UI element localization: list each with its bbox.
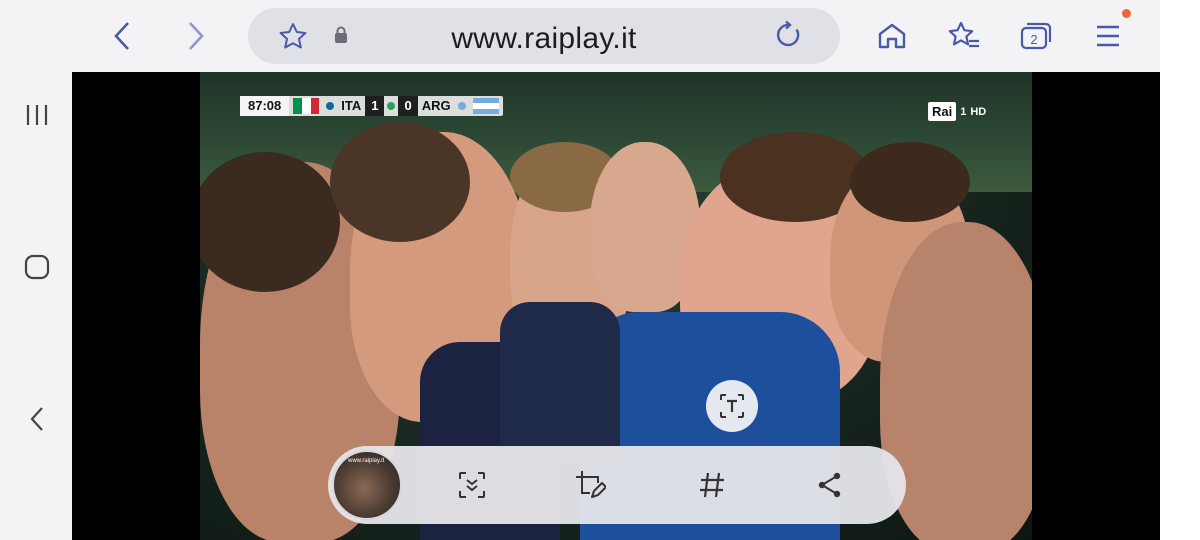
capture-toolbar: www.raiplay.it [328, 446, 906, 524]
url-text[interactable]: www.raiplay.it [248, 22, 840, 56]
recents-icon[interactable] [18, 96, 56, 134]
web-page: 87:08 ITA 1 0 ARG Rai 1 HD www.raiplay.i… [72, 72, 1160, 540]
extract-text-button[interactable] [706, 380, 758, 432]
back-icon[interactable] [102, 16, 142, 56]
scroll-capture-button[interactable] [452, 465, 492, 505]
channel-logo: Rai 1 HD [928, 102, 986, 121]
system-nav-bar [0, 0, 72, 540]
share-icon [818, 472, 841, 498]
tag-button[interactable] [692, 465, 732, 505]
scoreboard: 87:08 ITA 1 0 ARG [240, 96, 503, 116]
capture-thumbnail[interactable]: www.raiplay.it [332, 450, 402, 520]
text-extract-icon [720, 394, 744, 418]
channel-number: 1 [960, 105, 967, 118]
scroll-capture-icon [459, 472, 485, 498]
reload-icon[interactable] [774, 20, 804, 55]
thumbnail-caption: www.raiplay.it [348, 458, 385, 464]
menu-icon[interactable] [1088, 16, 1128, 56]
back-icon[interactable] [18, 400, 56, 438]
bookmarks-icon[interactable] [944, 16, 984, 56]
rai-logo-text: Rai [928, 102, 957, 121]
share-button[interactable] [810, 465, 850, 505]
home-team: ITA [341, 98, 362, 113]
draw-icon [576, 471, 606, 498]
tabs-icon[interactable]: 2 [1016, 16, 1056, 56]
away-score: 0 [398, 96, 418, 116]
player-hair [330, 122, 470, 242]
team-crest-icon [457, 102, 466, 110]
forward-icon[interactable] [176, 16, 216, 56]
home-score: 1 [365, 96, 385, 116]
home-icon[interactable] [872, 16, 912, 56]
argentina-flag-icon [472, 98, 499, 114]
right-edge [1160, 0, 1200, 540]
channel-quality: HD [970, 105, 987, 118]
italy-flag-icon [293, 98, 320, 114]
away-team: ARG [421, 98, 451, 113]
home-icon[interactable] [18, 248, 56, 286]
address-bar[interactable]: www.raiplay.it [248, 8, 840, 64]
team-crest-icon [326, 102, 335, 110]
screen: www.raiplay.it 2 87:08 ITA 1 0 ARG Rai 1… [0, 0, 1200, 540]
match-time: 87:08 [240, 96, 290, 116]
tag-icon [700, 472, 724, 498]
player-hair [850, 142, 970, 222]
notification-dot [1122, 9, 1131, 18]
navy-jacket [500, 302, 620, 462]
team-crest-icon [387, 102, 396, 110]
tab-count: 2 [1030, 32, 1037, 47]
browser-toolbar: www.raiplay.it 2 [72, 0, 1160, 72]
draw-button[interactable] [570, 465, 610, 505]
